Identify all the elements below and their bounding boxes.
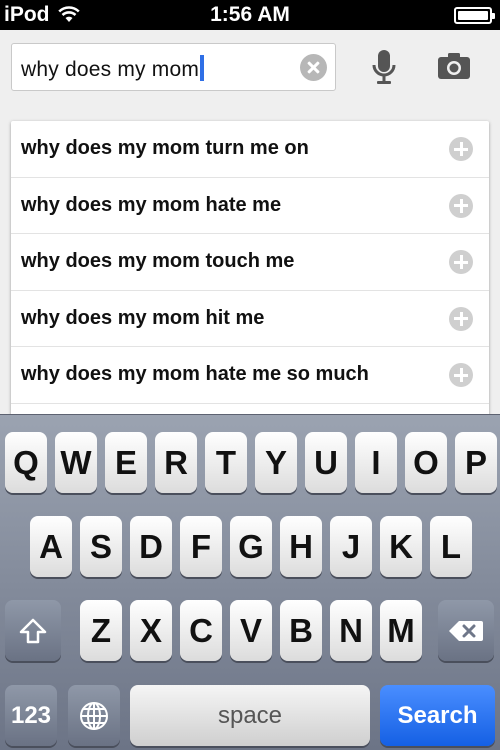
search-input[interactable]: why does my mom [11,43,336,91]
key-h[interactable]: H [280,516,322,577]
text-caret [200,55,205,81]
clock: 1:56 AM [210,3,290,26]
key-m[interactable]: M [380,600,422,661]
append-suggestion-icon[interactable] [449,193,473,218]
key-b[interactable]: B [280,600,322,661]
camera-icon[interactable] [437,52,471,80]
space-key[interactable]: space [130,685,370,746]
key-u[interactable]: U [305,432,347,493]
battery-icon [454,7,495,24]
key-l[interactable]: L [430,516,472,577]
status-bar: iPod 1:56 AM [0,0,500,30]
suggestion-list: why does my mom turn me on why does my m… [11,121,489,419]
suggestion-item[interactable]: why does my mom touch me [11,234,489,291]
append-suggestion-icon[interactable] [449,363,473,387]
key-c[interactable]: C [180,600,222,661]
suggestion-item[interactable]: why does my mom hit me [11,291,489,347]
key-r[interactable]: R [155,432,197,493]
key-g[interactable]: G [230,516,272,577]
key-w[interactable]: W [55,432,97,493]
key-o[interactable]: O [405,432,447,493]
delete-icon [449,620,483,641]
clear-icon[interactable] [300,54,327,81]
suggestion-item[interactable]: why does my mom turn me on [11,121,489,178]
key-z[interactable]: Z [80,600,122,661]
key-f[interactable]: F [180,516,222,577]
key-i[interactable]: I [355,432,397,493]
key-a[interactable]: A [30,516,72,577]
key-j[interactable]: J [330,516,372,577]
key-y[interactable]: Y [255,432,297,493]
suggestion-text: why does my mom hate me so much [21,363,369,385]
key-q[interactable]: Q [5,432,47,493]
search-header: why does my mom why does my mom turn me … [0,30,500,419]
suggestion-text: why does my mom turn me on [21,137,309,159]
append-suggestion-icon[interactable] [449,250,473,274]
globe-icon [80,701,108,730]
microphone-icon[interactable] [370,48,398,88]
suggestion-text: why does my mom hit me [21,306,265,329]
suggestion-item[interactable]: why does my mom hate me [11,178,489,234]
globe-key[interactable] [68,685,120,746]
append-suggestion-icon[interactable] [449,137,473,161]
key-d[interactable]: D [130,516,172,577]
delete-key[interactable] [438,600,494,661]
key-k[interactable]: K [380,516,422,577]
key-e[interactable]: E [105,432,147,493]
key-v[interactable]: V [230,600,272,661]
numbers-key[interactable]: 123 [5,685,57,746]
append-suggestion-icon[interactable] [449,306,473,331]
keyboard: Q W E R T Y U I O P A S D F G H J K L Z … [0,414,500,750]
key-p[interactable]: P [455,432,497,493]
search-query-text: why does my mom [21,58,200,81]
suggestion-text: why does my mom hate me [21,193,282,216]
key-x[interactable]: X [130,600,172,661]
search-key[interactable]: Search [380,685,495,746]
suggestion-item[interactable]: why does my mom hate me so much [11,347,489,404]
key-s[interactable]: S [80,516,122,577]
suggestion-text: why does my mom touch me [21,250,295,272]
key-n[interactable]: N [330,600,372,661]
key-t[interactable]: T [205,432,247,493]
shift-icon [19,618,47,643]
shift-key[interactable] [5,600,61,661]
